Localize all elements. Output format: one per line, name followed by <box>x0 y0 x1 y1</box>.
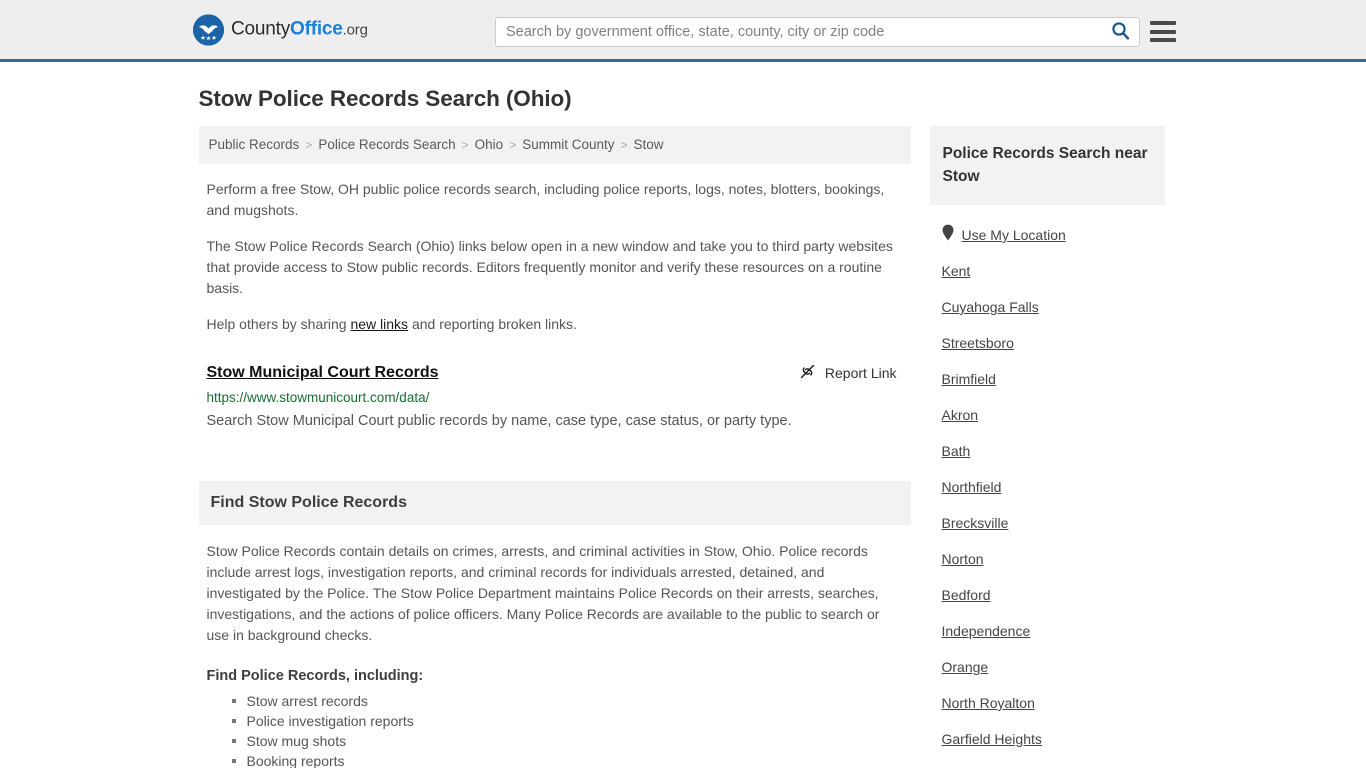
breadcrumb: Public Records > Police Records Search > Ohi… <box>198 126 911 164</box>
sidebar-item-cuyahoga-falls[interactable]: Cuyahoga Falls <box>942 289 1165 325</box>
sidebar-link-label[interactable]: Orange <box>942 659 989 675</box>
breadcrumb-separator: > <box>509 138 517 152</box>
sidebar-item-norton[interactable]: Norton <box>942 541 1165 577</box>
sidebar-item-use-my-location[interactable]: Use My Location <box>942 217 1165 253</box>
section-heading: Find Stow Police Records <box>198 480 911 525</box>
page-body: Stow Police Records Search (Ohio) Public… <box>0 62 1366 768</box>
sidebar-link-label[interactable]: Akron <box>942 407 979 423</box>
breadcrumb-item-ohio[interactable]: Ohio <box>475 137 504 152</box>
sidebar-item-streetsboro[interactable]: Streetsboro <box>942 325 1165 361</box>
sidebar-item-northfield[interactable]: Northfield <box>942 469 1165 505</box>
sidebar-link-label[interactable]: Bedford <box>942 587 991 603</box>
logo-wordmark: CountyOffice.org <box>231 19 368 41</box>
search-bar[interactable] <box>495 17 1140 47</box>
share-text-before: Help others by sharing <box>206 315 351 332</box>
intro-paragraph-3: Help others by sharing new links and rep… <box>199 314 911 335</box>
site-header: CountyOffice.org <box>0 0 1366 62</box>
hamburger-menu-icon[interactable] <box>1150 19 1176 44</box>
result-description: Search Stow Municipal Court public recor… <box>206 412 792 429</box>
sidebar-link-label[interactable]: Norton <box>942 551 984 567</box>
result-header-row: Stow Municipal Court Records Report Link <box>207 363 903 383</box>
main-column: Public Records > Police Records Search > Ohi… <box>198 126 911 768</box>
site-logo[interactable]: CountyOffice.org <box>193 14 368 45</box>
sidebar-link-label[interactable]: Kent <box>942 263 971 279</box>
sidebar-link-label[interactable]: Cuyahoga Falls <box>942 299 1039 315</box>
breadcrumb-separator: > <box>305 138 313 152</box>
section-sub-heading: Find Police Records, including: <box>206 667 424 684</box>
sidebar-link-label[interactable]: Brecksville <box>942 515 1009 531</box>
sidebar-link-label[interactable]: North Royalton <box>942 695 1035 711</box>
sidebar-item-brimfield[interactable]: Brimfield <box>942 361 1165 397</box>
sidebar-item-akron[interactable]: Akron <box>942 397 1165 433</box>
sidebar-item-orange[interactable]: Orange <box>942 649 1165 685</box>
share-text-after: and reporting broken links. <box>408 315 577 332</box>
section-body: Stow Police Records contain details on c… <box>199 541 911 768</box>
new-links-link[interactable]: new links <box>350 316 408 332</box>
breadcrumb-item-police-records-search[interactable]: Police Records Search <box>318 137 455 152</box>
breadcrumb-item-public-records[interactable]: Public Records <box>209 137 300 152</box>
sidebar-item-brecksville[interactable]: Brecksville <box>942 505 1165 541</box>
sidebar-item-bath[interactable]: Bath <box>942 433 1165 469</box>
section-paragraph: Stow Police Records contain details on c… <box>206 542 880 643</box>
search-icon <box>1111 21 1130 43</box>
report-link-button[interactable]: Report Link <box>799 363 903 383</box>
sidebar-item-kent[interactable]: Kent <box>942 253 1165 289</box>
breadcrumb-item-summit-county[interactable]: Summit County <box>522 137 614 152</box>
intro-paragraph-2: The Stow Police Records Search (Ohio) li… <box>206 237 893 296</box>
logo-text-county: County <box>231 18 291 40</box>
logo-text-office: Office <box>290 18 343 40</box>
sidebar-heading: Police Records Search near Stow <box>929 126 1165 205</box>
sidebar-item-woodmere[interactable]: Woodmere <box>942 757 1165 768</box>
breadcrumb-separator: > <box>620 138 628 152</box>
sidebar-link-label[interactable]: Brimfield <box>942 371 996 387</box>
broken-link-icon <box>799 363 816 383</box>
sidebar-links: Use My Location Kent Cuyahoga Falls Stre… <box>930 205 1165 768</box>
breadcrumb-separator: > <box>461 138 469 152</box>
content-columns: Public Records > Police Records Search > Ohi… <box>191 126 1176 768</box>
sidebar-item-independence[interactable]: Independence <box>942 613 1165 649</box>
list-item: Stow mug shots <box>231 731 903 751</box>
sidebar-link-label[interactable]: Streetsboro <box>942 335 1014 351</box>
sidebar-item-garfield-heights[interactable]: Garfield Heights <box>942 721 1165 757</box>
breadcrumb-item-stow[interactable]: Stow <box>634 137 664 152</box>
sidebar: Police Records Search near Stow Use My L… <box>929 126 1165 768</box>
search-submit-button[interactable] <box>1101 18 1139 46</box>
sidebar-link-label[interactable]: Garfield Heights <box>942 731 1042 747</box>
eagle-seal-icon <box>193 14 224 45</box>
logo-text-org: .org <box>342 21 368 39</box>
sidebar-link-label[interactable]: Bath <box>942 443 971 459</box>
page-title: Stow Police Records Search (Ohio) <box>198 86 572 111</box>
sidebar-item-north-royalton[interactable]: North Royalton <box>942 685 1165 721</box>
sidebar-link-label[interactable]: Northfield <box>942 479 1002 495</box>
sidebar-link-label[interactable]: Independence <box>942 623 1031 639</box>
report-link-label: Report Link <box>824 364 897 381</box>
record-types-list: Stow arrest records Police investigation… <box>207 691 903 768</box>
list-item: Booking reports <box>231 751 903 768</box>
result-url[interactable]: https://www.stowmunicourt.com/data/ <box>207 390 903 405</box>
sidebar-item-bedford[interactable]: Bedford <box>942 577 1165 613</box>
search-input[interactable] <box>496 24 1101 40</box>
search-result-item: Stow Municipal Court Records Report Link <box>199 363 911 431</box>
intro-paragraph-1: Perform a free Stow, OH public police re… <box>206 180 885 218</box>
result-title-link[interactable]: Stow Municipal Court Records <box>207 364 439 382</box>
map-pin-icon <box>942 224 954 246</box>
list-item: Stow arrest records <box>231 691 903 711</box>
list-item: Police investigation reports <box>231 711 903 731</box>
use-my-location-label[interactable]: Use My Location <box>962 227 1066 243</box>
content-container: Stow Police Records Search (Ohio) Public… <box>191 62 1176 768</box>
